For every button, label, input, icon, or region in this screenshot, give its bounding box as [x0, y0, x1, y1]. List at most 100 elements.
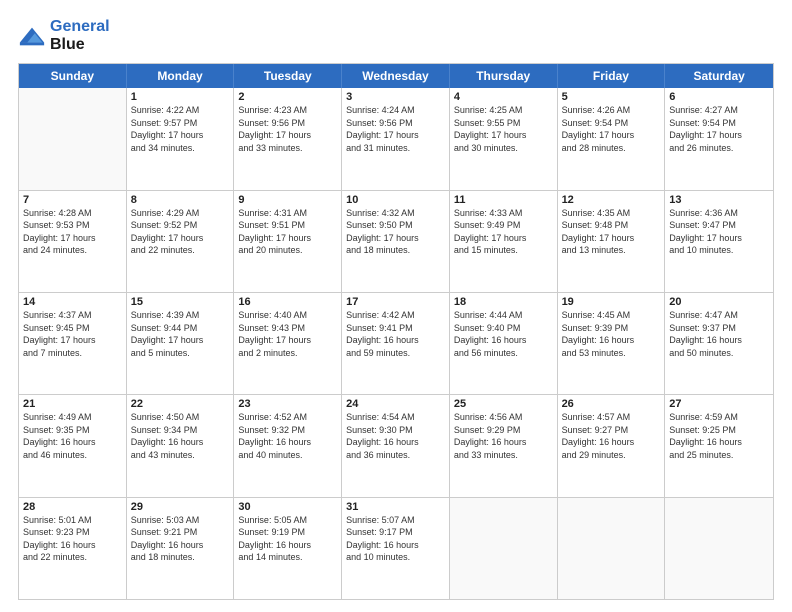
day-info: Sunrise: 4:44 AM Sunset: 9:40 PM Dayligh…: [454, 309, 553, 359]
day-number: 22: [131, 398, 230, 410]
day-number: 6: [669, 91, 769, 103]
day-cell-27: 27Sunrise: 4:59 AM Sunset: 9:25 PM Dayli…: [665, 395, 773, 496]
day-number: 16: [238, 296, 337, 308]
day-info: Sunrise: 4:24 AM Sunset: 9:56 PM Dayligh…: [346, 104, 445, 154]
day-cell-4: 4Sunrise: 4:25 AM Sunset: 9:55 PM Daylig…: [450, 88, 558, 189]
day-number: 18: [454, 296, 553, 308]
day-number: 25: [454, 398, 553, 410]
weekday-header-thursday: Thursday: [450, 64, 558, 88]
day-info: Sunrise: 4:27 AM Sunset: 9:54 PM Dayligh…: [669, 104, 769, 154]
day-cell-23: 23Sunrise: 4:52 AM Sunset: 9:32 PM Dayli…: [234, 395, 342, 496]
day-number: 5: [562, 91, 661, 103]
day-number: 30: [238, 501, 337, 513]
day-number: 4: [454, 91, 553, 103]
day-cell-5: 5Sunrise: 4:26 AM Sunset: 9:54 PM Daylig…: [558, 88, 666, 189]
day-info: Sunrise: 4:45 AM Sunset: 9:39 PM Dayligh…: [562, 309, 661, 359]
day-cell-19: 19Sunrise: 4:45 AM Sunset: 9:39 PM Dayli…: [558, 293, 666, 394]
day-number: 24: [346, 398, 445, 410]
day-info: Sunrise: 4:32 AM Sunset: 9:50 PM Dayligh…: [346, 207, 445, 257]
day-cell-14: 14Sunrise: 4:37 AM Sunset: 9:45 PM Dayli…: [19, 293, 127, 394]
day-cell-8: 8Sunrise: 4:29 AM Sunset: 9:52 PM Daylig…: [127, 191, 235, 292]
day-number: 19: [562, 296, 661, 308]
day-info: Sunrise: 4:57 AM Sunset: 9:27 PM Dayligh…: [562, 411, 661, 461]
day-info: Sunrise: 4:36 AM Sunset: 9:47 PM Dayligh…: [669, 207, 769, 257]
day-info: Sunrise: 4:47 AM Sunset: 9:37 PM Dayligh…: [669, 309, 769, 359]
day-cell-9: 9Sunrise: 4:31 AM Sunset: 9:51 PM Daylig…: [234, 191, 342, 292]
day-number: 17: [346, 296, 445, 308]
calendar-header: SundayMondayTuesdayWednesdayThursdayFrid…: [19, 64, 773, 88]
logo-icon: [18, 22, 46, 50]
day-cell-17: 17Sunrise: 4:42 AM Sunset: 9:41 PM Dayli…: [342, 293, 450, 394]
day-cell-21: 21Sunrise: 4:49 AM Sunset: 9:35 PM Dayli…: [19, 395, 127, 496]
day-cell-11: 11Sunrise: 4:33 AM Sunset: 9:49 PM Dayli…: [450, 191, 558, 292]
day-info: Sunrise: 4:56 AM Sunset: 9:29 PM Dayligh…: [454, 411, 553, 461]
day-info: Sunrise: 4:54 AM Sunset: 9:30 PM Dayligh…: [346, 411, 445, 461]
day-info: Sunrise: 4:35 AM Sunset: 9:48 PM Dayligh…: [562, 207, 661, 257]
day-info: Sunrise: 4:28 AM Sunset: 9:53 PM Dayligh…: [23, 207, 122, 257]
day-number: 12: [562, 194, 661, 206]
day-info: Sunrise: 4:52 AM Sunset: 9:32 PM Dayligh…: [238, 411, 337, 461]
day-number: 13: [669, 194, 769, 206]
weekday-header-friday: Friday: [558, 64, 666, 88]
calendar: SundayMondayTuesdayWednesdayThursdayFrid…: [18, 63, 774, 600]
day-cell-25: 25Sunrise: 4:56 AM Sunset: 9:29 PM Dayli…: [450, 395, 558, 496]
day-cell-20: 20Sunrise: 4:47 AM Sunset: 9:37 PM Dayli…: [665, 293, 773, 394]
day-info: Sunrise: 4:23 AM Sunset: 9:56 PM Dayligh…: [238, 104, 337, 154]
day-number: 27: [669, 398, 769, 410]
day-info: Sunrise: 4:59 AM Sunset: 9:25 PM Dayligh…: [669, 411, 769, 461]
day-number: 31: [346, 501, 445, 513]
day-cell-31: 31Sunrise: 5:07 AM Sunset: 9:17 PM Dayli…: [342, 498, 450, 599]
empty-cell-4-4: [450, 498, 558, 599]
calendar-row-4: 21Sunrise: 4:49 AM Sunset: 9:35 PM Dayli…: [19, 394, 773, 496]
calendar-row-5: 28Sunrise: 5:01 AM Sunset: 9:23 PM Dayli…: [19, 497, 773, 599]
empty-cell-4-5: [558, 498, 666, 599]
page: General Blue SundayMondayTuesdayWednesda…: [0, 0, 792, 612]
day-info: Sunrise: 5:01 AM Sunset: 9:23 PM Dayligh…: [23, 514, 122, 564]
day-info: Sunrise: 4:39 AM Sunset: 9:44 PM Dayligh…: [131, 309, 230, 359]
day-cell-3: 3Sunrise: 4:24 AM Sunset: 9:56 PM Daylig…: [342, 88, 450, 189]
day-info: Sunrise: 5:05 AM Sunset: 9:19 PM Dayligh…: [238, 514, 337, 564]
day-number: 28: [23, 501, 122, 513]
weekday-header-sunday: Sunday: [19, 64, 127, 88]
day-number: 14: [23, 296, 122, 308]
day-number: 23: [238, 398, 337, 410]
day-cell-18: 18Sunrise: 4:44 AM Sunset: 9:40 PM Dayli…: [450, 293, 558, 394]
day-number: 20: [669, 296, 769, 308]
day-info: Sunrise: 5:07 AM Sunset: 9:17 PM Dayligh…: [346, 514, 445, 564]
day-number: 3: [346, 91, 445, 103]
weekday-header-tuesday: Tuesday: [234, 64, 342, 88]
day-info: Sunrise: 4:50 AM Sunset: 9:34 PM Dayligh…: [131, 411, 230, 461]
calendar-body: 1Sunrise: 4:22 AM Sunset: 9:57 PM Daylig…: [19, 88, 773, 599]
header: General Blue: [18, 18, 774, 53]
day-cell-7: 7Sunrise: 4:28 AM Sunset: 9:53 PM Daylig…: [19, 191, 127, 292]
day-info: Sunrise: 4:33 AM Sunset: 9:49 PM Dayligh…: [454, 207, 553, 257]
day-cell-22: 22Sunrise: 4:50 AM Sunset: 9:34 PM Dayli…: [127, 395, 235, 496]
day-number: 29: [131, 501, 230, 513]
day-number: 8: [131, 194, 230, 206]
weekday-header-wednesday: Wednesday: [342, 64, 450, 88]
day-info: Sunrise: 4:26 AM Sunset: 9:54 PM Dayligh…: [562, 104, 661, 154]
calendar-row-1: 1Sunrise: 4:22 AM Sunset: 9:57 PM Daylig…: [19, 88, 773, 189]
day-number: 21: [23, 398, 122, 410]
day-cell-16: 16Sunrise: 4:40 AM Sunset: 9:43 PM Dayli…: [234, 293, 342, 394]
day-cell-29: 29Sunrise: 5:03 AM Sunset: 9:21 PM Dayli…: [127, 498, 235, 599]
day-cell-12: 12Sunrise: 4:35 AM Sunset: 9:48 PM Dayli…: [558, 191, 666, 292]
day-number: 11: [454, 194, 553, 206]
day-cell-10: 10Sunrise: 4:32 AM Sunset: 9:50 PM Dayli…: [342, 191, 450, 292]
weekday-header-saturday: Saturday: [665, 64, 773, 88]
day-info: Sunrise: 4:29 AM Sunset: 9:52 PM Dayligh…: [131, 207, 230, 257]
day-number: 9: [238, 194, 337, 206]
day-info: Sunrise: 5:03 AM Sunset: 9:21 PM Dayligh…: [131, 514, 230, 564]
day-number: 15: [131, 296, 230, 308]
day-info: Sunrise: 4:40 AM Sunset: 9:43 PM Dayligh…: [238, 309, 337, 359]
day-number: 10: [346, 194, 445, 206]
day-info: Sunrise: 4:31 AM Sunset: 9:51 PM Dayligh…: [238, 207, 337, 257]
day-cell-28: 28Sunrise: 5:01 AM Sunset: 9:23 PM Dayli…: [19, 498, 127, 599]
calendar-row-2: 7Sunrise: 4:28 AM Sunset: 9:53 PM Daylig…: [19, 190, 773, 292]
empty-cell-4-6: [665, 498, 773, 599]
day-cell-13: 13Sunrise: 4:36 AM Sunset: 9:47 PM Dayli…: [665, 191, 773, 292]
day-info: Sunrise: 4:49 AM Sunset: 9:35 PM Dayligh…: [23, 411, 122, 461]
logo-text: General Blue: [50, 18, 110, 53]
day-cell-15: 15Sunrise: 4:39 AM Sunset: 9:44 PM Dayli…: [127, 293, 235, 394]
day-cell-2: 2Sunrise: 4:23 AM Sunset: 9:56 PM Daylig…: [234, 88, 342, 189]
